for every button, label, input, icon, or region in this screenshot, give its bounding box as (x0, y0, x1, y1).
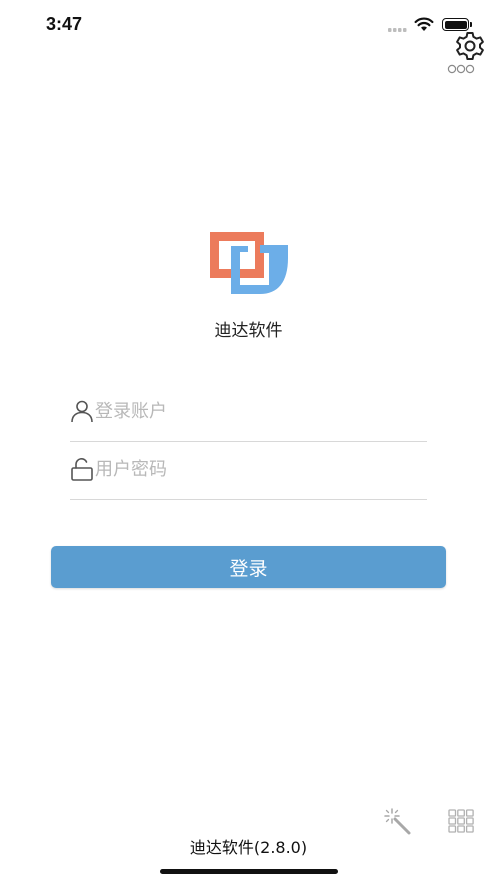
more-dots-icon[interactable] (447, 63, 477, 75)
app-name: 迪达软件 (214, 321, 283, 341)
gear-icon[interactable] (454, 30, 486, 62)
user-icon (71, 400, 93, 423)
version-label: 迪达软件(2.8.0) (189, 838, 308, 857)
app-logo (210, 232, 288, 294)
magic-wand-icon[interactable] (382, 806, 412, 836)
cellular-signal-icon (388, 28, 407, 32)
wifi-icon (414, 17, 434, 31)
battery-tip (470, 22, 472, 27)
login-button[interactable]: 登录 (51, 546, 446, 588)
account-input[interactable] (95, 395, 415, 427)
lock-icon (71, 458, 93, 481)
password-field (70, 441, 427, 500)
grid-icon[interactable] (448, 809, 474, 833)
status-time: 3:47 (46, 14, 83, 34)
status-bar: 3:47 (0, 0, 497, 52)
account-field (70, 383, 427, 442)
home-indicator (160, 869, 338, 874)
password-input[interactable] (95, 453, 415, 485)
